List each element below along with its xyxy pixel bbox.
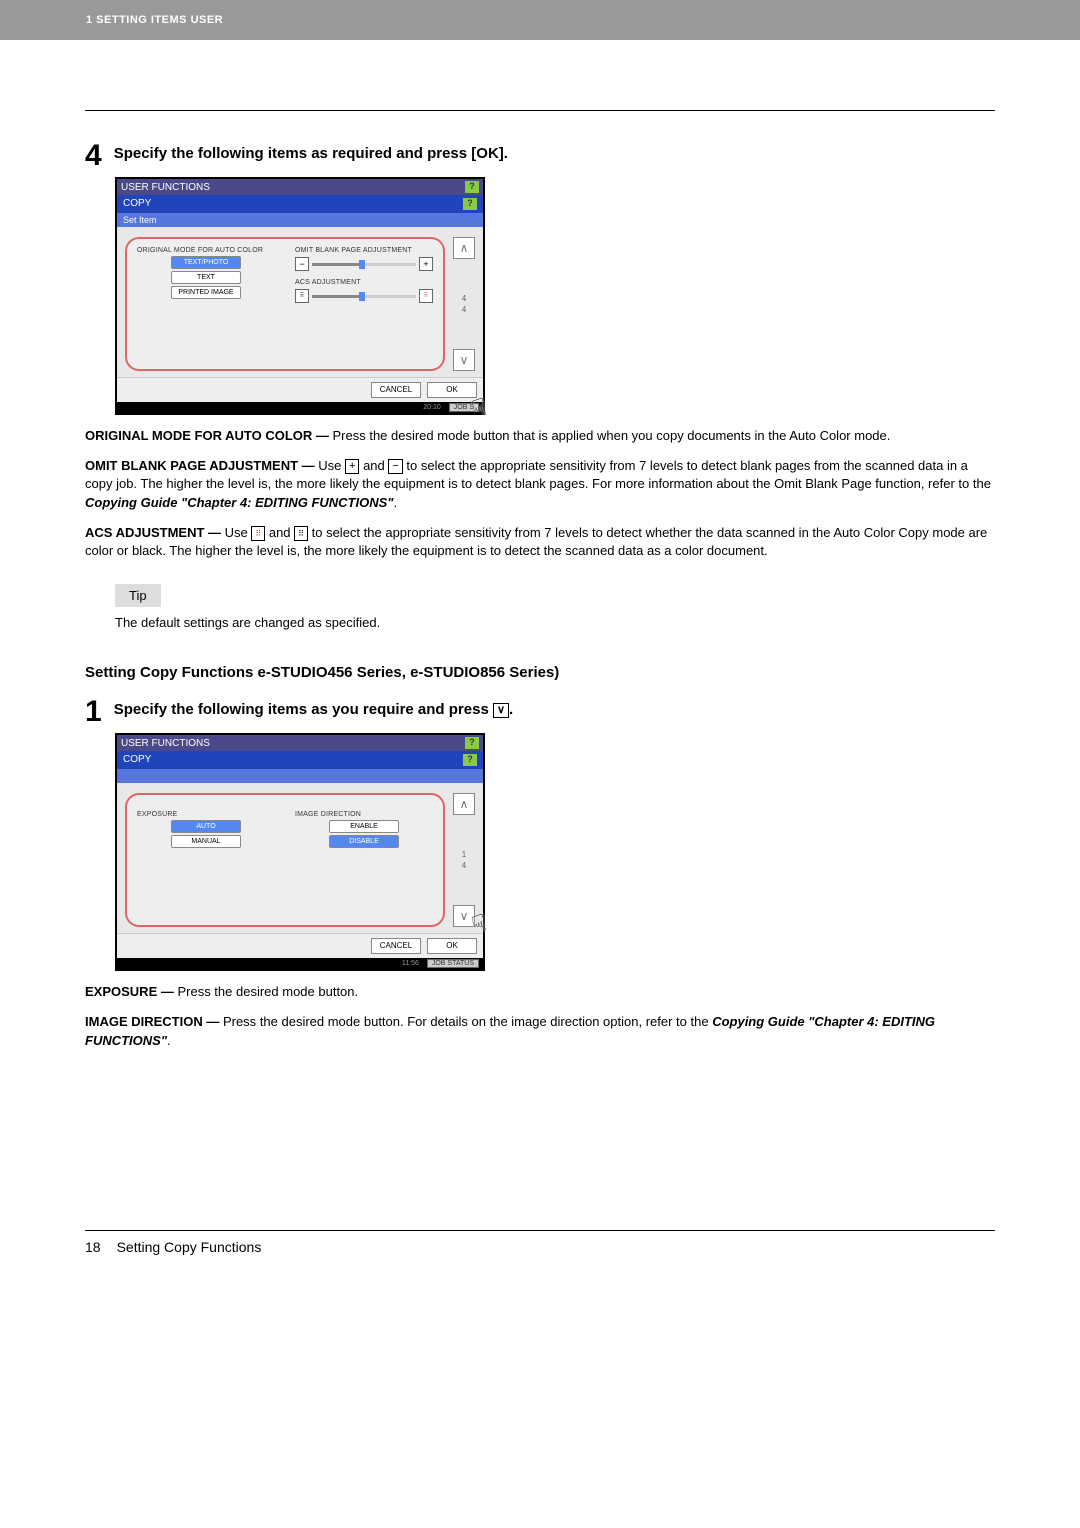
desc-image-direction: IMAGE DIRECTION — Press the desired mode… [85, 1013, 995, 1049]
help-icon[interactable]: ? [463, 754, 477, 766]
ss-status: 20:10 JOB S [117, 402, 483, 413]
ss-scroll: ∧ 14 ∨ [453, 793, 475, 927]
color-dots-icon: ⠿ [251, 526, 265, 541]
page-number: 18 [85, 1239, 101, 1255]
ok-button[interactable]: OK [427, 938, 477, 954]
breadcrumb: 1 SETTING ITEMS USER [86, 14, 223, 26]
minus-icon: − [388, 459, 402, 474]
color-dots-icon[interactable]: ⠿ [419, 289, 433, 303]
btn-enable[interactable]: ENABLE [329, 820, 399, 833]
bottom-rule [85, 1230, 995, 1231]
footer-title: Setting Copy Functions [117, 1239, 262, 1255]
scroll-up-icon[interactable]: ∧ [453, 793, 475, 815]
plus-icon[interactable]: + [419, 257, 433, 271]
plus-icon: + [345, 459, 359, 474]
tab-copy[interactable]: COPY [123, 754, 151, 766]
step-title: Specify the following items as you requi… [114, 697, 513, 718]
bw-dots-icon[interactable]: ⠿ [295, 289, 309, 303]
ss-scroll: ∧ 44 ∨ [453, 237, 475, 371]
slider-omit-blank[interactable]: − + [295, 257, 433, 271]
ss-tabbar: COPY ? [117, 751, 483, 769]
step-title: Specify the following items as required … [114, 141, 508, 162]
screenshot-copy-settings-1: USER FUNCTIONS ? COPY ? Set Item ORIGINA… [115, 177, 485, 415]
label-exposure: EXPOSURE [137, 811, 275, 818]
btn-manual[interactable]: MANUAL [171, 835, 241, 848]
label-acs: ACS ADJUSTMENT [295, 279, 433, 286]
tip-text: The default settings are changed as spec… [115, 615, 995, 630]
btn-auto[interactable]: AUTO [171, 820, 241, 833]
cancel-button[interactable]: CANCEL [371, 938, 421, 954]
page-indicator: 44 [461, 295, 467, 314]
ss-tabbar: COPY ? [117, 195, 483, 213]
col-original-mode: ORIGINAL MODE FOR AUTO COLOR TEXT/PHOTO … [137, 247, 275, 361]
down-button-icon: ∨ [493, 703, 509, 718]
scroll-down-icon[interactable]: ∨ [453, 349, 475, 371]
desc-original-mode: ORIGINAL MODE FOR AUTO COLOR — Press the… [85, 427, 995, 445]
btn-text-photo[interactable]: TEXT/PHOTO [171, 256, 241, 269]
ss-titlebar: USER FUNCTIONS ? [117, 735, 483, 751]
col-adjustments: OMIT BLANK PAGE ADJUSTMENT − + ACS ADJUS… [295, 247, 433, 361]
desc-acs: ACS ADJUSTMENT — Use ⠿ and ⠿ to select t… [85, 524, 995, 560]
ss-title: USER FUNCTIONS [121, 182, 210, 193]
help-icon[interactable]: ? [465, 737, 479, 749]
header-bar: 1 SETTING ITEMS USER [0, 0, 1080, 40]
screenshot-copy-settings-2: USER FUNCTIONS ? COPY ? EXPOSURE AUTO MA… [115, 733, 485, 971]
tip-box: Tip [115, 584, 161, 607]
page-indicator: 14 [461, 851, 467, 870]
bw-dots-icon: ⠿ [294, 526, 308, 541]
slider-acs[interactable]: ⠿ ⠿ [295, 289, 433, 303]
col-exposure: EXPOSURE AUTO MANUAL [137, 811, 275, 917]
job-status-button[interactable]: JOB STATUS [427, 959, 479, 968]
label-image-direction: IMAGE DIRECTION [295, 811, 433, 818]
ss-titlebar: USER FUNCTIONS ? [117, 179, 483, 195]
step-number: 1 [85, 697, 102, 727]
step-4: 4 Specify the following items as require… [85, 141, 995, 171]
step-number: 4 [85, 141, 102, 171]
tab-copy[interactable]: COPY [123, 198, 151, 210]
top-rule [85, 110, 995, 111]
desc-omit-blank: OMIT BLANK PAGE ADJUSTMENT — Use + and −… [85, 457, 995, 512]
cancel-button[interactable]: CANCEL [371, 382, 421, 398]
ss-body: EXPOSURE AUTO MANUAL IMAGE DIRECTION ENA… [117, 783, 483, 933]
cursor-hand-icon: ☟ [469, 393, 491, 425]
btn-disable[interactable]: DISABLE [329, 835, 399, 848]
ss-panel: ORIGINAL MODE FOR AUTO COLOR TEXT/PHOTO … [125, 237, 445, 371]
help-icon[interactable]: ? [463, 198, 477, 210]
ss-footer: CANCEL OK [117, 933, 483, 958]
btn-printed-image[interactable]: PRINTED IMAGE [171, 286, 241, 299]
help-icon[interactable]: ? [465, 181, 479, 193]
section-heading: Setting Copy Functions e-STUDIO456 Serie… [85, 664, 995, 681]
minus-icon[interactable]: − [295, 257, 309, 271]
ss-footer: CANCEL OK [117, 377, 483, 402]
ss-status: 11:56 JOB STATUS [117, 958, 483, 969]
ss-body: ORIGINAL MODE FOR AUTO COLOR TEXT/PHOTO … [117, 227, 483, 377]
desc-exposure: EXPOSURE — Press the desired mode button… [85, 983, 995, 1001]
step-1: 1 Specify the following items as you req… [85, 697, 995, 727]
ss-subbar [117, 769, 483, 783]
btn-text[interactable]: TEXT [171, 271, 241, 284]
page-content: 4 Specify the following items as require… [0, 40, 1080, 1275]
scroll-up-icon[interactable]: ∧ [453, 237, 475, 259]
page-footer: 18 Setting Copy Functions [85, 1239, 995, 1255]
footer-area: 18 Setting Copy Functions [85, 1230, 995, 1255]
label-original-mode: ORIGINAL MODE FOR AUTO COLOR [137, 247, 275, 254]
label-omit-blank: OMIT BLANK PAGE ADJUSTMENT [295, 247, 433, 254]
col-image-direction: IMAGE DIRECTION ENABLE DISABLE [295, 811, 433, 917]
ss-subbar: Set Item [117, 213, 483, 227]
ss-title: USER FUNCTIONS [121, 738, 210, 749]
ss-panel: EXPOSURE AUTO MANUAL IMAGE DIRECTION ENA… [125, 793, 445, 927]
